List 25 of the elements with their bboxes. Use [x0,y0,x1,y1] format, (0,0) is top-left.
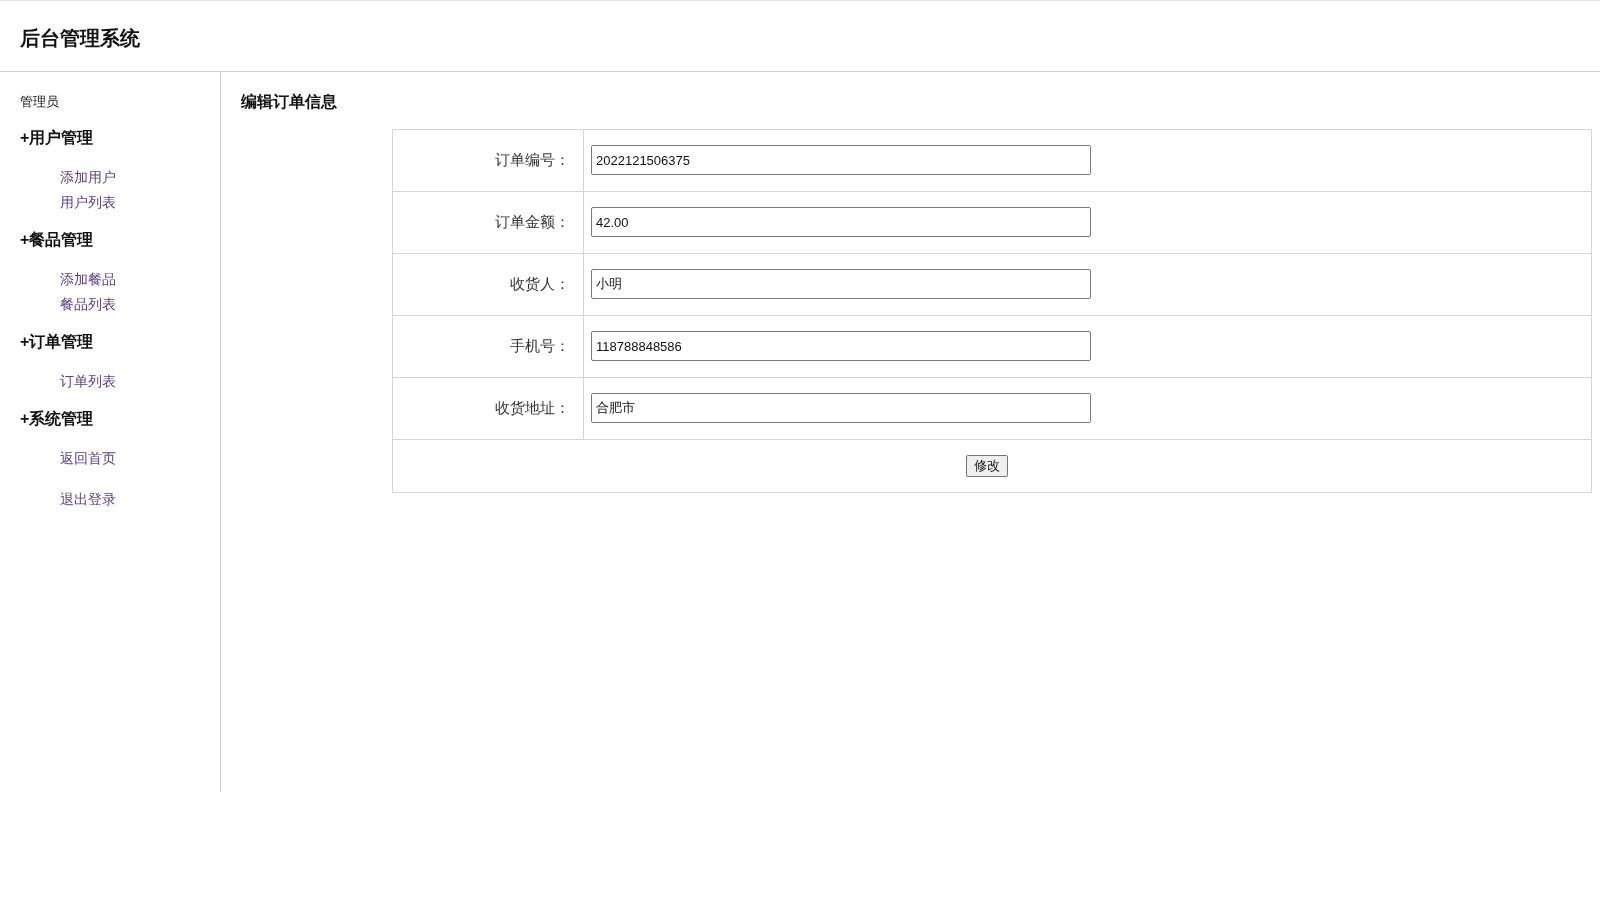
text-input[interactable]: 2022121506375 [591,145,1091,175]
sidebar-link[interactable]: 退出登录 [60,491,116,507]
user-role-label: 管理员 [20,93,59,111]
text-input[interactable]: 42.00 [591,207,1091,237]
text-input[interactable]: 合肥市 [591,393,1091,423]
sidebar-link[interactable]: 餐品列表 [60,296,116,312]
sidebar-link[interactable]: 用户列表 [60,194,116,210]
page-title: 编辑订单信息 [241,92,337,112]
field-label: 收货地址： [495,399,570,416]
menu-group-title[interactable]: +用户管理 [20,128,94,148]
menu-group-title[interactable]: +订单管理 [20,332,94,352]
text-input[interactable]: 118788848586 [591,331,1091,361]
menu-group-title[interactable]: +餐品管理 [20,230,94,250]
sidebar-link[interactable]: 添加用户 [60,169,116,185]
text-input[interactable]: 小明 [591,269,1091,299]
submit-button[interactable]: 修改 [966,455,1008,477]
app-title: 后台管理系统 [20,25,140,51]
menu-group-title[interactable]: +系统管理 [20,409,94,429]
field-label: 订单编号： [495,151,570,168]
field-label: 订单金额： [495,213,570,230]
field-label: 手机号： [510,337,570,354]
sidebar-link[interactable]: 返回首页 [60,450,116,466]
field-label: 收货人： [510,275,570,292]
sidebar-link[interactable]: 添加餐品 [60,271,116,287]
sidebar-link[interactable]: 订单列表 [60,373,116,389]
